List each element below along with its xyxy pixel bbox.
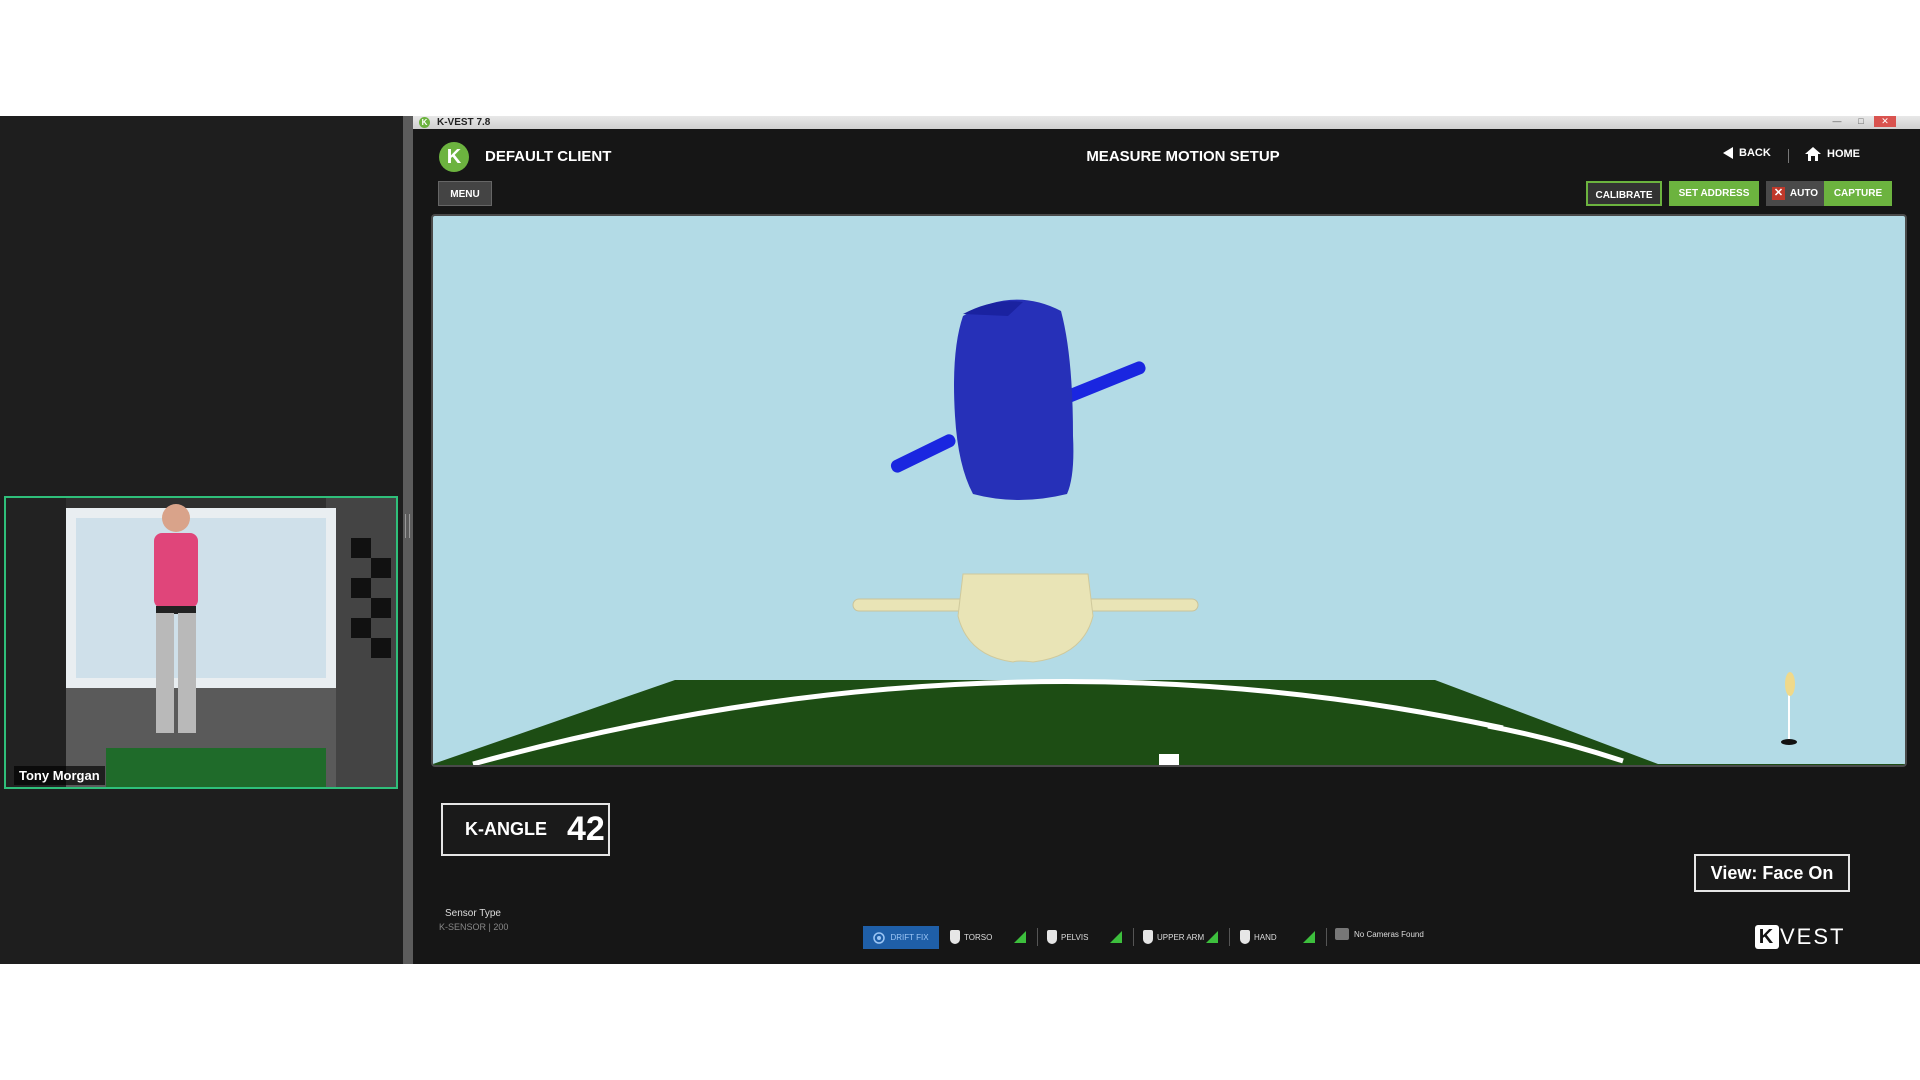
kvest-k-icon: K: [1755, 925, 1779, 949]
drift-fix-icon: [873, 931, 886, 944]
sensor-label: HAND: [1254, 932, 1277, 942]
calibrate-button[interactable]: CALIBRATE: [1586, 181, 1662, 206]
window-titlebar[interactable]: K K-VEST 7.8 — □ ✕: [413, 116, 1920, 129]
nav-divider: [1788, 149, 1789, 163]
camera-status-label: No Cameras Found: [1354, 929, 1424, 939]
disabled-x-icon: ✕: [1771, 187, 1785, 200]
signal-strength-icon: [1110, 931, 1122, 943]
drift-fix-button[interactable]: DRIFT FIX: [863, 926, 939, 949]
kvest-wordmark: VEST: [1780, 924, 1846, 949]
sensor-icon: [1047, 930, 1057, 944]
panel-splitter[interactable]: [403, 116, 413, 964]
back-label: BACK: [1739, 147, 1771, 159]
menu-button[interactable]: MENU: [438, 181, 492, 206]
home-icon: [1805, 147, 1821, 161]
k-angle-label: K-ANGLE: [465, 819, 547, 839]
app-icon: K: [419, 117, 430, 128]
sensor-icon: [1240, 930, 1250, 944]
participant-video-feed: [6, 498, 396, 787]
divider: [1037, 928, 1038, 946]
camera-status[interactable]: No Cameras Found: [1335, 928, 1424, 940]
divider: [1326, 928, 1327, 946]
k-angle-readout: K-ANGLE 42: [441, 803, 610, 856]
sensor-hand[interactable]: HAND: [1240, 928, 1277, 946]
sensor-icon: [950, 930, 960, 944]
camera-icon: [1335, 928, 1349, 940]
kvest-app-window: K K-VEST 7.8 — □ ✕ K DEFAULT CLIENT MEAS…: [413, 116, 1920, 964]
sensor-torso[interactable]: TORSO: [950, 928, 992, 946]
view-selector[interactable]: View: Face On: [1694, 854, 1850, 892]
kvest-logo-icon: K: [439, 142, 469, 172]
window-title: K-VEST 7.8: [437, 117, 491, 128]
sensor-type-value: K-SENSOR | 200: [439, 922, 509, 932]
drift-fix-label: DRIFT FIX: [890, 933, 929, 942]
sensor-pelvis[interactable]: PELVIS: [1047, 928, 1088, 946]
sensor-label: UPPER ARM: [1157, 932, 1205, 942]
back-button[interactable]: BACK: [1723, 147, 1771, 159]
status-bar: Sensor Type K-SENSOR | 200 DRIFT FIX TOR…: [435, 908, 1907, 949]
signal-strength-icon: [1303, 931, 1315, 943]
minimize-icon[interactable]: —: [1826, 116, 1848, 127]
sensor-label: TORSO: [964, 932, 993, 942]
maximize-icon[interactable]: □: [1850, 116, 1872, 127]
divider: [1133, 928, 1134, 946]
sensor-type-label: Sensor Type: [445, 908, 501, 919]
auto-capture-toggle[interactable]: ✕ AUTO CAPTURE: [1766, 181, 1892, 206]
back-arrow-icon: [1723, 147, 1733, 159]
splitter-grip-icon[interactable]: [405, 514, 410, 538]
3d-viewport[interactable]: [431, 214, 1907, 767]
close-icon[interactable]: ✕: [1874, 116, 1896, 127]
app-header: K DEFAULT CLIENT MEASURE MOTION SETUP BA…: [413, 129, 1920, 179]
capture-button[interactable]: CAPTURE: [1824, 181, 1892, 206]
kvest-brand-logo: K VEST: [1755, 924, 1845, 950]
k-angle-value: 42: [567, 810, 605, 848]
divider: [1229, 928, 1230, 946]
home-label: HOME: [1827, 148, 1860, 160]
participant-name-label: Tony Morgan: [14, 766, 105, 785]
page-title: MEASURE MOTION SETUP: [1086, 148, 1280, 165]
sensor-upper-arm[interactable]: UPPER ARM: [1143, 928, 1204, 946]
auto-label: AUTO: [1789, 188, 1819, 199]
set-address-button[interactable]: SET ADDRESS: [1669, 181, 1759, 206]
auto-toggle[interactable]: ✕ AUTO: [1766, 181, 1824, 206]
participant-video-tile[interactable]: Tony Morgan: [4, 496, 398, 789]
video-call-panel: Tony Morgan: [0, 116, 403, 964]
signal-strength-icon: [1206, 931, 1218, 943]
3d-scene[interactable]: [433, 216, 1905, 765]
client-name[interactable]: DEFAULT CLIENT: [485, 148, 611, 165]
sensor-label: PELVIS: [1061, 932, 1089, 942]
sensor-icon: [1143, 930, 1153, 944]
signal-strength-icon: [1014, 931, 1026, 943]
home-button[interactable]: HOME: [1805, 147, 1860, 161]
ball-marker: [1159, 754, 1179, 765]
